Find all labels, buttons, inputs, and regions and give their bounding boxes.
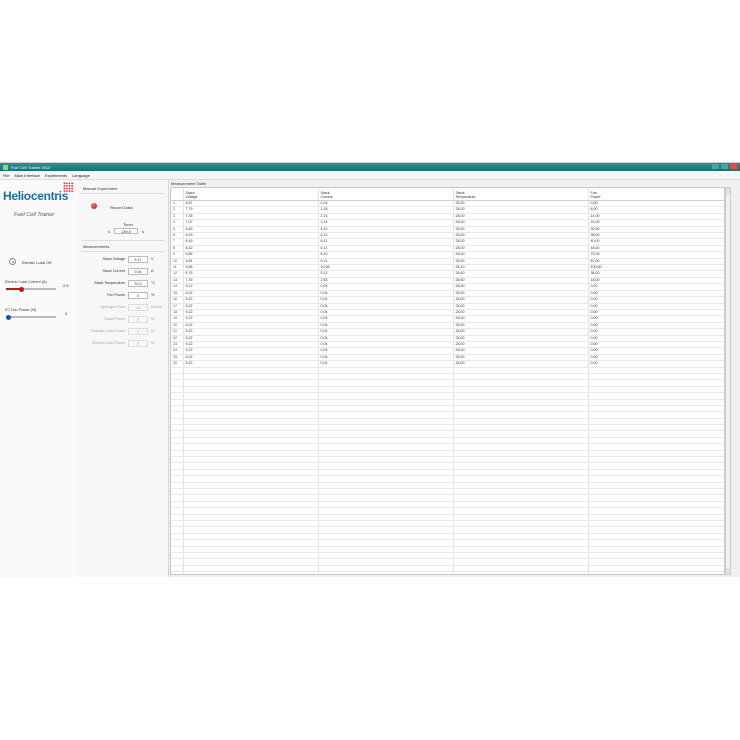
fan-power-slider[interactable]	[6, 314, 56, 320]
divider	[81, 251, 165, 252]
window-title: Fuel Cell Trainer 2013	[11, 164, 51, 170]
menu-experiments[interactable]: Experiments	[45, 173, 67, 178]
measurement-label: Parasitic Load Power	[90, 329, 125, 333]
timer-unit-right: s	[142, 228, 144, 234]
scroll-up-icon[interactable]	[726, 188, 730, 194]
measurement-parasitic-load-power: Parasitic Load Power 0 W	[78, 328, 168, 336]
electric-load-toggle-label: Electric Load Off	[22, 260, 52, 265]
measurement-unit: A	[151, 269, 154, 273]
empty-table-cell	[171, 571, 184, 574]
measurement-hydrogen-flow: Hydrogen Flow 19 ml/min	[78, 304, 168, 312]
column-header-stack-temperature[interactable]: Stack Temperature	[453, 188, 589, 201]
column-header-line: Stack	[320, 190, 330, 195]
divider	[81, 193, 165, 194]
minimize-icon[interactable]	[712, 164, 719, 169]
fan-power-value: 0	[65, 311, 68, 316]
measurement-unit: W	[151, 329, 155, 333]
timer-label: Timer	[123, 222, 134, 227]
column-header-fan-power[interactable]: Fan Power	[588, 188, 724, 201]
measurement-label: Hydrogen Flow	[100, 305, 125, 309]
empty-table-cell	[183, 571, 319, 574]
table-scrollbar[interactable]	[725, 187, 731, 575]
menu-main-interface[interactable]: Main Interface	[14, 173, 39, 178]
timer-unit-left: s	[108, 228, 110, 234]
measurement-label: Stack Temperature	[94, 281, 125, 285]
measurement-value: 9,17	[128, 256, 148, 263]
column-header-line: Fan	[590, 190, 597, 195]
measurement-value: 19	[128, 304, 148, 311]
menu-bar: File Main Interface Experiments Language	[0, 171, 740, 180]
column-header-line: Stack	[455, 190, 465, 195]
app-window: Fuel Cell Trainer 2013 File Main Interfa…	[0, 162, 740, 577]
empty-table-cell	[318, 571, 454, 574]
column-header-line: Power	[590, 195, 601, 200]
table-header-row: Stack Voltage Stack Current Stack Temperatu…	[171, 188, 724, 201]
column-header-line: Voltage	[185, 195, 198, 200]
column-header-stack-voltage[interactable]: Stack Voltage	[183, 188, 319, 201]
load-current-label: Electric Load Current (A)	[5, 280, 47, 284]
logo-dots-icon	[63, 182, 74, 193]
menu-file[interactable]: File	[3, 173, 9, 178]
heliocentris-logo: Heliocentris	[3, 189, 69, 203]
measurement-label: Stack Voltage	[102, 257, 125, 261]
measurement-label: Stack Power	[104, 317, 125, 321]
measurement-label: Stack Current	[102, 269, 125, 273]
measurement-unit: W	[151, 317, 155, 321]
empty-table-cell	[588, 571, 724, 574]
close-icon[interactable]	[730, 164, 737, 169]
measurement-value: 0	[128, 328, 148, 335]
column-header-stack-current[interactable]: Stack Current	[318, 188, 454, 201]
record-data-label: Record Data	[110, 205, 133, 210]
column-header-line: Stack	[185, 190, 195, 195]
timer-input[interactable]: 139,0	[114, 228, 138, 234]
experiment-panel: Manual Experiment Record Data Timer s 13…	[78, 180, 169, 577]
menu-language[interactable]: Language	[72, 173, 90, 178]
load-current-slider-handle[interactable]	[18, 286, 24, 292]
control-panel: Heliocentris Fuel Cell Trainer Electric …	[0, 180, 79, 577]
row-index-header	[171, 188, 184, 201]
manual-experiment-header: Manual Experiment	[83, 186, 118, 191]
measurement-electric-load-power: Electric Load Power 0 W	[78, 340, 168, 348]
measurement-value: 0,04	[128, 268, 148, 275]
fan-power-label: FC Fan Power (%)	[5, 308, 37, 312]
app-icon	[3, 164, 8, 170]
column-header-line: Current	[320, 195, 333, 200]
title-bar: Fuel Cell Trainer 2013	[0, 163, 740, 171]
empty-table-row	[171, 571, 724, 574]
empty-table-cell	[453, 571, 589, 574]
measurement-value: 0	[128, 292, 148, 299]
measurement-stack-voltage: Stack Voltage 9,17 V	[78, 256, 168, 264]
table-body: 1 8,87 0,04 28,00 0,00 2 7,79 1,18 28,00 8,00 3 7,3…	[171, 200, 724, 574]
measurement-table[interactable]: Stack Voltage Stack Current Stack Temperatu…	[170, 187, 725, 575]
scroll-down-icon[interactable]	[726, 568, 730, 574]
measurement-unit: V	[151, 257, 154, 261]
measurement-table-panel: Measurement Table Stack Voltage Stack Curr…	[169, 180, 740, 577]
product-tagline: Fuel Cell Trainer	[14, 212, 55, 218]
measurement-stack-current: Stack Current 0,04 A	[78, 268, 168, 276]
measurement-stack-power: Stack Power 0 W	[78, 316, 168, 324]
measurement-table-title: Measurement Table	[171, 181, 207, 186]
measurement-fan-power: Fan Power 0 %	[78, 292, 168, 300]
measurements-header: Measurements	[83, 244, 110, 249]
measurement-value: 0	[128, 316, 148, 323]
fan-power-slider-handle[interactable]	[6, 314, 11, 320]
divider	[81, 240, 165, 241]
measurement-stack-temperature: Stack Temperature 30,2 °C	[78, 280, 168, 288]
load-current-slider[interactable]	[6, 286, 56, 292]
measurement-unit: °C	[151, 281, 156, 285]
record-button[interactable]	[91, 203, 97, 209]
timer-row: s 139,0 s	[108, 228, 144, 234]
measurement-label: Electric Load Power	[92, 341, 125, 345]
load-current-value: 2,5	[63, 283, 69, 288]
measurement-unit: ml/min	[151, 305, 162, 309]
measurement-unit: %	[151, 293, 155, 297]
electric-load-toggle[interactable]	[9, 258, 16, 265]
measurement-label: Fan Power	[107, 293, 125, 297]
measurement-value: 0	[128, 340, 148, 347]
window-controls	[712, 164, 737, 169]
measurement-value: 30,2	[128, 280, 148, 287]
measurement-unit: W	[151, 341, 155, 345]
maximize-icon[interactable]	[721, 164, 728, 169]
column-header-line: Temperature	[455, 195, 476, 200]
